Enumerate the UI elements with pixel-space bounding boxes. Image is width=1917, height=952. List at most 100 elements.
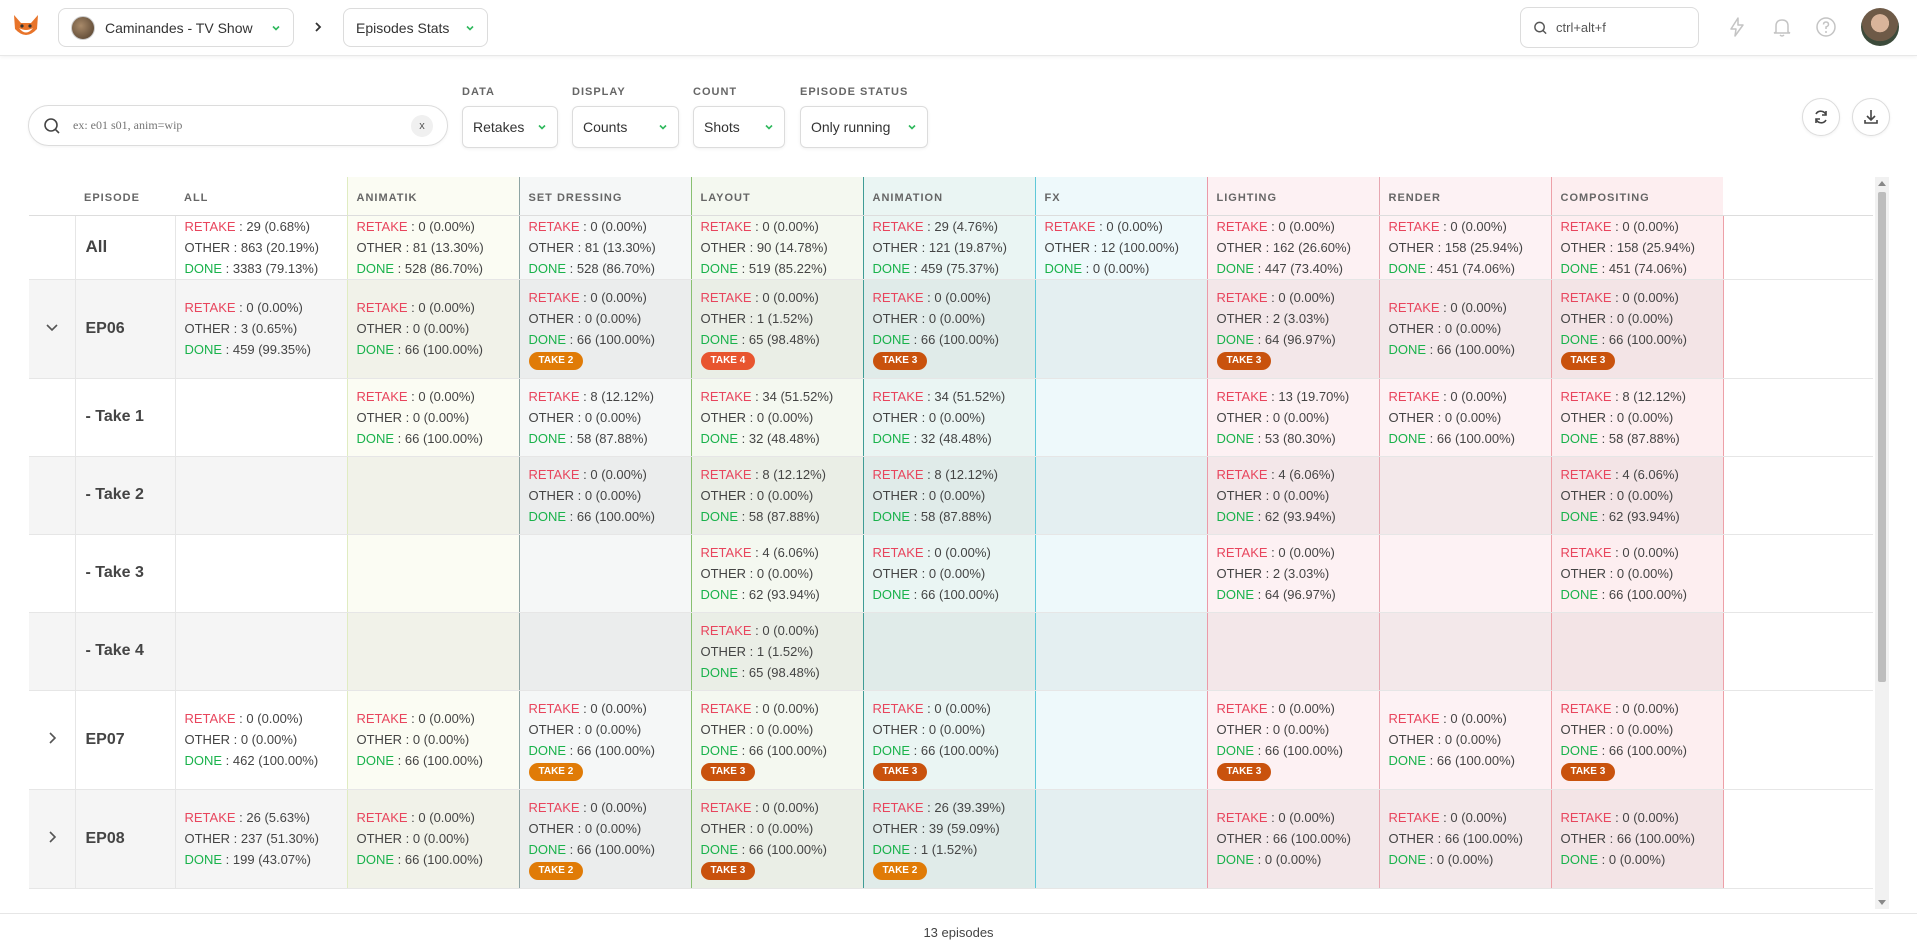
- separator: :: [1426, 753, 1437, 768]
- separator: :: [1262, 565, 1273, 581]
- stat-done-value: 451 (74.06%): [1436, 260, 1515, 276]
- separator: :: [394, 430, 405, 446]
- stat-cell-render: [1378, 456, 1551, 535]
- stat-retake-label: RETAKE: [1560, 290, 1612, 305]
- stat-done-value: 0 (0.00%): [1436, 852, 1494, 867]
- stat-retake-value: 8 (12.12%): [590, 388, 654, 404]
- episode-search-input[interactable]: [73, 118, 411, 133]
- chevron-down-icon[interactable]: [44, 319, 60, 335]
- stat-done-value: 66 (100.00%): [1608, 743, 1687, 758]
- lightning-icon[interactable]: [1726, 16, 1748, 38]
- column-header-render: RENDER: [1378, 177, 1551, 216]
- stat-retake-line: RETAKE : 0 (0.00%): [1389, 708, 1551, 729]
- filler-cell: [1722, 215, 1873, 280]
- stat-done-value: 58 (87.88%): [748, 508, 820, 524]
- production-selector[interactable]: Caminandes - TV Show: [58, 8, 294, 47]
- stat-done-label: DONE: [528, 842, 567, 857]
- separator: :: [1434, 321, 1445, 336]
- stat-other-value: 863 (20.19%): [240, 239, 319, 255]
- take-badge: TAKE 3: [1560, 352, 1616, 370]
- stat-other-value: 0 (0.00%): [756, 487, 814, 503]
- stat-done-value: 66 (100.00%): [1436, 342, 1515, 357]
- stat-other-line: OTHER : 0 (0.00%): [873, 407, 1035, 428]
- row-expander[interactable]: [29, 279, 76, 379]
- separator: :: [1254, 852, 1265, 867]
- stat-other-value: 0 (0.00%): [928, 722, 986, 737]
- refresh-button[interactable]: [1802, 98, 1840, 136]
- stat-other-line: OTHER : 12 (100.00%): [1045, 237, 1207, 258]
- stat-retake-label: RETAKE: [1560, 218, 1612, 234]
- scrollbar-thumb[interactable]: [1878, 192, 1886, 682]
- stat-done-value: 62 (93.94%): [748, 586, 820, 602]
- stat-done-label: DONE: [872, 508, 911, 524]
- global-search-input[interactable]: [1556, 20, 1686, 35]
- stat-done-label: DONE: [528, 743, 567, 758]
- stat-cell-layout: RETAKE : 8 (12.12%) OTHER : 0 (0.00%) DONE…: [690, 456, 863, 535]
- separator: :: [222, 342, 233, 357]
- stat-retake-label: RETAKE: [356, 218, 408, 234]
- stat-cell-render: RETAKE : 0 (0.00%) OTHER : 158 (25.94%) DO…: [1378, 215, 1551, 280]
- count-select[interactable]: Shots: [693, 106, 785, 148]
- stat-retake-value: 0 (0.00%): [762, 800, 819, 815]
- table-scrollbar[interactable]: [1875, 177, 1889, 909]
- stat-other-value: 0 (0.00%): [412, 831, 470, 846]
- stat-retake-label: RETAKE: [356, 388, 408, 404]
- table-row: - Take 2 RETAKE : 0 (0.00%) OTHER : 0 (0.0…: [29, 456, 1873, 535]
- stat-cell-fx: [1034, 789, 1207, 889]
- separator: :: [1267, 218, 1279, 234]
- stat-done-line: DONE : 66 (100.00%): [873, 584, 1035, 605]
- stat-done-line: DONE : 66 (100.00%): [1389, 428, 1551, 449]
- stat-other-value: 12 (100.00%): [1100, 239, 1179, 255]
- stat-retake-line: RETAKE : 0 (0.00%): [357, 386, 519, 407]
- clear-search-button[interactable]: x: [411, 114, 433, 137]
- download-button[interactable]: [1852, 98, 1890, 136]
- stat-cell-compositing: RETAKE : 4 (6.06%) OTHER : 0 (0.00%) DONE …: [1550, 456, 1723, 535]
- stat-other-line: OTHER : 0 (0.00%): [1389, 318, 1551, 339]
- stat-done-value: 462 (100.00%): [232, 753, 319, 768]
- global-search[interactable]: [1520, 7, 1699, 48]
- stat-cell-animatik: [346, 456, 519, 535]
- help-icon[interactable]: [1815, 16, 1837, 38]
- stat-other-line: OTHER : 0 (0.00%): [873, 563, 1035, 584]
- separator: :: [738, 743, 749, 758]
- stat-done-value: 66 (100.00%): [404, 753, 483, 768]
- refresh-icon: [1815, 110, 1827, 124]
- separator: :: [1262, 487, 1273, 503]
- stat-done-value: 1 (1.52%): [920, 842, 978, 857]
- stat-done-label: DONE: [1560, 260, 1599, 276]
- stat-done-label: DONE: [700, 430, 739, 446]
- user-avatar[interactable]: [1861, 8, 1899, 46]
- scroll-up-icon[interactable]: [1878, 181, 1886, 186]
- stat-done-value: 66 (100.00%): [576, 743, 655, 758]
- stat-retake-line: RETAKE : 8 (12.12%): [873, 464, 1035, 485]
- stat-retake-line: RETAKE : 0 (0.00%): [1217, 698, 1379, 719]
- row-expander[interactable]: [29, 789, 76, 889]
- stat-done-value: 66 (100.00%): [404, 430, 483, 446]
- stat-other-label: OTHER: [528, 311, 575, 326]
- stat-other-value: 0 (0.00%): [1272, 722, 1330, 737]
- row-expander[interactable]: [29, 690, 76, 790]
- stat-retake-value: 29 (4.76%): [934, 218, 998, 234]
- stat-retake-line: RETAKE : 0 (0.00%): [1561, 542, 1723, 563]
- row-expander: [29, 215, 76, 280]
- kitsu-logo-icon[interactable]: [10, 11, 42, 43]
- bell-icon[interactable]: [1771, 16, 1793, 38]
- stat-done-label: DONE: [1560, 332, 1599, 347]
- stat-done-line: DONE : 451 (74.06%): [1561, 258, 1723, 279]
- stat-cell-compositing: RETAKE : 0 (0.00%) OTHER : 0 (0.00%) DONE …: [1550, 690, 1723, 790]
- episode-status-select[interactable]: Only running: [800, 106, 928, 148]
- data-select[interactable]: Retakes: [462, 106, 558, 148]
- chevron-right-icon[interactable]: [44, 730, 60, 746]
- separator: :: [407, 711, 419, 726]
- stat-other-value: 0 (0.00%): [584, 487, 642, 503]
- chevron-right-icon[interactable]: [44, 829, 60, 845]
- scroll-down-icon[interactable]: [1878, 900, 1886, 905]
- episode-search[interactable]: x: [28, 105, 448, 146]
- separator: :: [746, 722, 757, 737]
- stat-other-line: OTHER : 0 (0.00%): [185, 729, 347, 750]
- display-select[interactable]: Counts: [572, 106, 679, 148]
- section-selector[interactable]: Episodes Stats: [343, 8, 488, 47]
- stat-done-value: 66 (100.00%): [748, 743, 827, 758]
- stat-other-label: OTHER: [872, 409, 919, 425]
- stat-other-label: OTHER: [528, 487, 575, 503]
